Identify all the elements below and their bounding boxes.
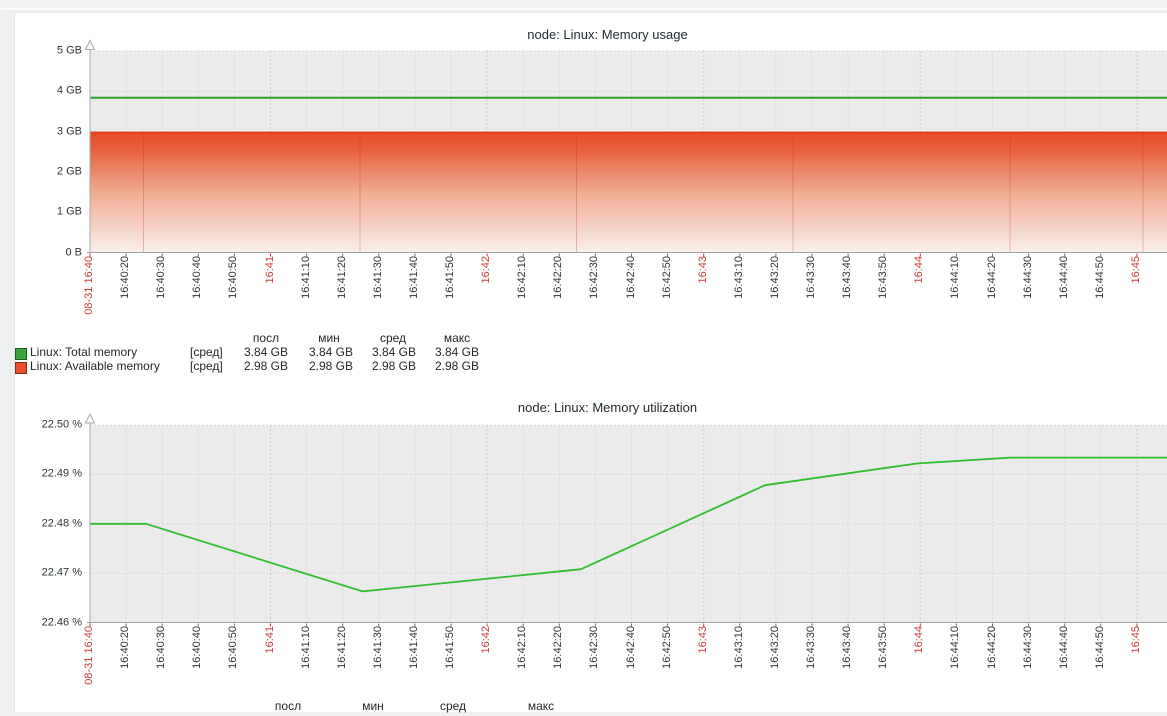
y-axis-tick-label: 22.50 % xyxy=(42,420,82,431)
x-axis-tick-label: 16:44:50 xyxy=(1095,256,1106,299)
legend-swatch-available-memory xyxy=(15,362,27,374)
x-axis-tick-label: 16:43:20 xyxy=(770,256,781,299)
legend-value-available-max: 2.98 GB xyxy=(435,360,479,373)
x-axis-tick-label: 16:43:50 xyxy=(878,626,889,669)
legend-value-total-avg: 3.84 GB xyxy=(372,346,416,359)
x-axis-tick-label: 16:44:40 xyxy=(1059,626,1070,669)
x-axis-tick-label: 16:43:10 xyxy=(734,626,745,669)
x-axis-tick-label: 16:45 xyxy=(1131,626,1142,654)
x-axis-tick-label: 16:40:30 xyxy=(156,626,167,669)
x-axis-tick-label: 16:41:40 xyxy=(409,626,420,669)
y-axis-tick-label: 1 GB xyxy=(57,207,82,218)
x-axis-tick-label: 16:40:30 xyxy=(156,256,167,299)
x-axis-tick-label: 16:40:50 xyxy=(228,256,239,299)
legend-value-available-avg: 2.98 GB xyxy=(372,360,416,373)
x-axis-tick-label: 16:42:30 xyxy=(589,626,600,669)
chart-title-memory-usage: node: Linux: Memory usage xyxy=(90,27,1125,42)
x-axis-tick-label: 16:40:40 xyxy=(192,256,203,299)
legend-value-available-min: 2.98 GB xyxy=(309,360,353,373)
x-axis-tick-label: 16:43:30 xyxy=(806,256,817,299)
x-axis-tick-label: 16:44:30 xyxy=(1023,256,1034,299)
y-axis-tick-label: 0 B xyxy=(65,247,82,258)
x-axis-tick-label: 16:44 xyxy=(914,256,925,284)
legend-label-available-memory: Linux: Available memory xyxy=(30,360,160,373)
legend-value-total-max: 3.84 GB xyxy=(435,346,479,359)
x-axis-tick-label: 16:44 xyxy=(914,626,925,654)
legend-header-last: посл xyxy=(253,332,279,345)
y-axis-tick-label: 22.49 % xyxy=(42,469,82,480)
y-axis-tick-label: 3 GB xyxy=(57,126,82,137)
x-axis-tick-label: 16:44:30 xyxy=(1023,626,1034,669)
y-axis-tick-label: 22.47 % xyxy=(42,568,82,579)
legend-value-available-last: 2.98 GB xyxy=(244,360,288,373)
x-axis-tick-label: 16:42 xyxy=(481,256,492,284)
x-axis-tick-label: 16:42:10 xyxy=(517,256,528,299)
x-axis-tick-label: 16:42:40 xyxy=(626,256,637,299)
x-axis-tick-label: 16:42:50 xyxy=(662,626,673,669)
x-axis-tick-label: 16:42:40 xyxy=(626,626,637,669)
x-axis-tick-label: 16:41:30 xyxy=(373,256,384,299)
x-axis-tick-label: 16:42:20 xyxy=(553,256,564,299)
x-axis-tick-label: 16:43:20 xyxy=(770,626,781,669)
legend-header-min: мин xyxy=(318,332,340,345)
available-memory-area xyxy=(90,132,1167,252)
x-axis-tick-label: 16:43 xyxy=(698,256,709,284)
x-axis-tick-label: 08-31 16:40 xyxy=(84,256,95,315)
x-axis-tick-label: 16:41:20 xyxy=(337,626,348,669)
x-axis-tick-label: 16:40:20 xyxy=(120,256,131,299)
x-axis-tick-label: 16:44:50 xyxy=(1095,626,1106,669)
x-axis-tick-label: 16:41:10 xyxy=(301,626,312,669)
legend-value-total-last: 3.84 GB xyxy=(244,346,288,359)
x-axis-tick-label: 16:40:20 xyxy=(120,626,131,669)
x-axis-tick-label: 16:44:20 xyxy=(987,626,998,669)
x-axis-tick-label: 16:41:50 xyxy=(445,626,456,669)
x-axis-tick-label: 16:41:30 xyxy=(373,626,384,669)
x-axis-tick-label: 16:44:10 xyxy=(950,626,961,669)
legend-label-total-memory: Linux: Total memory xyxy=(30,346,137,359)
x-axis-tick-label: 16:42:50 xyxy=(662,256,673,299)
x-axis-tick-label: 16:42:30 xyxy=(589,256,600,299)
y-axis-tick-label: 22.46 % xyxy=(42,617,82,628)
x-axis-tick-label: 16:41 xyxy=(265,256,276,284)
x-axis-tick-label: 08-31 16:40 xyxy=(84,626,95,685)
x-axis-tick-label: 16:44:40 xyxy=(1059,256,1070,299)
y-axis-tick-label: 4 GB xyxy=(57,86,82,97)
x-axis-tick-label: 16:43:40 xyxy=(842,256,853,299)
legend-header-max: макс xyxy=(528,700,554,713)
legend-header-avg: сред xyxy=(440,700,466,713)
x-axis-tick-label: 16:40:40 xyxy=(192,626,203,669)
y-axis-tick-label: 2 GB xyxy=(57,166,82,177)
x-axis-tick-label: 16:41:50 xyxy=(445,256,456,299)
x-axis-tick-label: 16:43:30 xyxy=(806,626,817,669)
legend-swatch-total-memory xyxy=(15,348,27,360)
x-axis-tick-label: 16:41:20 xyxy=(337,256,348,299)
chart-title-memory-utilization: node: Linux: Memory utilization xyxy=(90,400,1125,415)
x-axis-tick-label: 16:43:40 xyxy=(842,626,853,669)
y-axis-tick-label: 5 GB xyxy=(57,46,82,57)
legend-value-total-min: 3.84 GB xyxy=(309,346,353,359)
charts-canvas xyxy=(0,0,1167,716)
x-axis-tick-label: 16:43:10 xyxy=(734,256,745,299)
x-axis-tick-label: 16:42:20 xyxy=(553,626,564,669)
legend-header-last: посл xyxy=(275,700,301,713)
y-axis-tick-label: 22.48 % xyxy=(42,518,82,529)
x-axis-tick-label: 16:41:40 xyxy=(409,256,420,299)
x-axis-tick-label: 16:44:10 xyxy=(950,256,961,299)
legend-func-available-memory: [сред] xyxy=(190,360,223,373)
x-axis-tick-label: 16:45 xyxy=(1131,256,1142,284)
legend-header-max: макс xyxy=(444,332,470,345)
x-axis-tick-label: 16:41:10 xyxy=(301,256,312,299)
legend-func-total-memory: [сред] xyxy=(190,346,223,359)
legend-header-min: мин xyxy=(362,700,384,713)
x-axis-tick-label: 16:43:50 xyxy=(878,256,889,299)
x-axis-tick-label: 16:43 xyxy=(698,626,709,654)
x-axis-tick-label: 16:42 xyxy=(481,626,492,654)
x-axis-tick-label: 16:40:50 xyxy=(228,626,239,669)
x-axis-tick-label: 16:44:20 xyxy=(987,256,998,299)
x-axis-tick-label: 16:42:10 xyxy=(517,626,528,669)
legend-header-avg: сред xyxy=(380,332,406,345)
x-axis-tick-label: 16:41 xyxy=(265,626,276,654)
y-axis-arrow-icon xyxy=(86,414,95,423)
